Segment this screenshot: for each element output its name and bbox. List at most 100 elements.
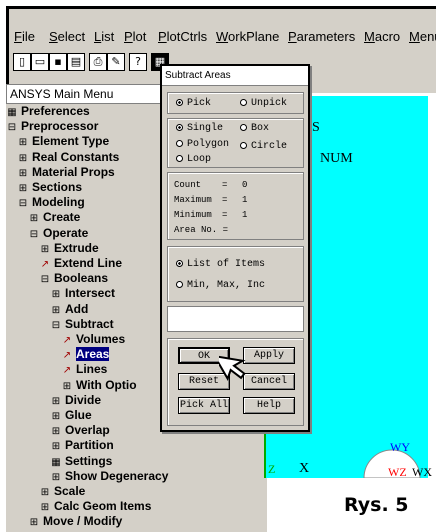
print-icon[interactable]: ⎙ [89,53,107,71]
menu-plot[interactable]: Plot [124,29,146,44]
pick-arrow-icon: ↗ [62,335,72,346]
pick-all-button[interactable]: Pick All [178,397,230,414]
plus-box-icon: ⊞ [29,213,39,225]
radio-unpick-label: Unpick [251,98,288,109]
plus-box-icon: ⊞ [51,411,61,422]
menu-item-settings[interactable]: ▦ Settings [51,454,112,469]
pick-arrow-icon: ↗ [62,365,72,377]
workplane-wy-label: WY [390,440,410,454]
minus-box-icon: ⊟ [29,228,39,240]
count-label: Count [174,180,202,190]
menu-item-with-optio[interactable]: ⊞ With Optio [62,378,137,393]
plus-box-icon: ⊞ [18,167,28,179]
menu-file[interactable]: File [14,29,35,44]
menu-item-preprocessor[interactable]: ⊟ Preprocessor [7,119,99,134]
edit-icon[interactable]: ✎ [107,53,125,71]
input-mode-group: List of Items Min, Max, Inc [167,246,304,302]
plus-box-icon: ⊞ [51,395,61,407]
menu-list[interactable]: List [94,29,114,44]
menu-item-label: Intersect [65,286,116,301]
radio-single[interactable]: Single [176,123,223,135]
menu-item-lines[interactable]: ↗ Lines [62,362,108,377]
help-icon[interactable]: ? [129,53,147,71]
radio-unchecked-icon [176,140,183,147]
menu-item-operate[interactable]: ⊟ Operate [29,226,89,241]
menu-item-label: Partition [65,438,114,453]
menu-item-real-constants[interactable]: ⊞ Real Constants [18,150,120,165]
menu-item-create[interactable]: ⊞ Create [29,210,81,225]
menu-item-scale[interactable]: ⊞ Scale [40,484,86,499]
radio-pick[interactable]: Pick [176,98,211,110]
menu-item-overlap[interactable]: ⊞ Overlap [51,423,110,438]
apply-button[interactable]: Apply [243,347,295,364]
radio-loop[interactable]: Loop [176,154,211,166]
minus-box-icon: ⊟ [40,274,50,286]
menu-item-material-props[interactable]: ⊞ Material Props [18,165,115,180]
radio-list-of-items[interactable]: List of Items [176,259,265,271]
radio-checked-icon [176,99,183,106]
menu-parameters[interactable]: Parameters [288,29,355,44]
radio-loop-label: Loop [187,154,212,165]
minimum-eq: = [222,210,228,220]
item-input-field[interactable] [167,306,304,332]
minus-box-icon: ⊟ [51,319,61,331]
report-icon[interactable]: ▤ [67,53,85,71]
radio-unpick[interactable]: Unpick [240,98,287,110]
radio-polygon[interactable]: Polygon [176,139,229,151]
menu-item-divide[interactable]: ⊞ Divide [51,393,101,408]
save-icon[interactable]: ▪ [49,53,67,71]
graphics-label-num: NUM [320,151,353,166]
menu-item-modeling[interactable]: ⊟ Modeling [18,195,85,210]
cancel-button[interactable]: Cancel [243,373,295,390]
workplane-wx-label: WX [412,465,432,479]
menu-item-element-type[interactable]: ⊞ Element Type [18,134,109,149]
axis-x-label: X [299,461,310,476]
plus-box-icon: ⊞ [40,487,50,498]
menu-item-label: Overlap [65,423,110,438]
menu-workplane[interactable]: WorkPlane [216,29,279,44]
menu-item-calc-geom-items[interactable]: ⊞ Calc Geom Items [40,499,152,514]
menu-item-preferences[interactable]: ▦ Preferences [7,104,90,119]
dialog-title: Subtract Areas [162,66,308,86]
menu-item-areas[interactable]: ↗ Areas [62,347,110,362]
menu-item-volumes[interactable]: ↗ Volumes [62,332,125,347]
main-menu-panel: ANSYS Main Menu ▦ Preferences ⊟ Preprocesso… [6,84,169,532]
menu-item-label: Show Degeneracy [65,468,169,483]
menu-select[interactable]: Select [49,29,85,44]
menu-item-label: Settings [65,453,113,468]
menu-macro[interactable]: Macro [364,29,400,44]
open-folder-icon[interactable]: ▭ [31,53,49,71]
plus-box-icon: ⊞ [51,426,61,438]
menu-item-label: Preferences [21,104,90,118]
radio-box[interactable]: Box [240,123,269,135]
radio-circle-label: Circle [251,141,288,152]
plus-box-icon: ⊞ [51,441,61,453]
pick-shape-group: Single Box Polygon Circle Loop [167,118,304,168]
menu-plotctrls[interactable]: PlotCtrls [158,29,207,44]
radio-list-of-items-label: List of Items [187,259,266,270]
menu-menu[interactable]: Menu [409,29,436,44]
pick-status-group: Count = 0 Maximum = 1 Minimum = 1 Area N… [167,172,304,240]
radio-min-max-inc[interactable]: Min, Max, Inc [176,280,265,292]
menu-item-sections[interactable]: ⊞ Sections [18,180,82,195]
menu-item-booleans[interactable]: ⊟ Booleans [40,271,108,286]
menu-item-label: Preprocessor [21,119,99,134]
radio-unchecked-icon [240,99,247,106]
plus-box-icon: ⊞ [62,380,72,392]
menu-item-glue[interactable]: ⊞ Glue [51,408,92,423]
menu-item-add[interactable]: ⊞ Add [51,302,89,317]
menu-item-show-degeneracy[interactable]: ⊞ Show Degeneracy [51,468,169,484]
menu-item-intersect[interactable]: ⊞ Intersect [51,286,115,301]
new-file-icon[interactable]: ▯ [13,53,31,71]
menu-item-subtract[interactable]: ⊟ Subtract [51,317,114,332]
help-button[interactable]: Help [243,397,295,414]
radio-circle[interactable]: Circle [240,141,287,153]
menu-item-extrude[interactable]: ⊞ Extrude [40,241,99,256]
menu-item-label: Lines [76,362,108,377]
table-icon: ▦ [7,107,17,118]
radio-checked-icon [176,124,183,131]
menu-item-partition[interactable]: ⊞ Partition [51,438,114,453]
menu-item-move-modify[interactable]: ⊞ Move / Modify [29,514,123,529]
radio-box-label: Box [251,123,270,134]
menu-item-extend-line[interactable]: ↗ Extend Line [40,256,122,271]
